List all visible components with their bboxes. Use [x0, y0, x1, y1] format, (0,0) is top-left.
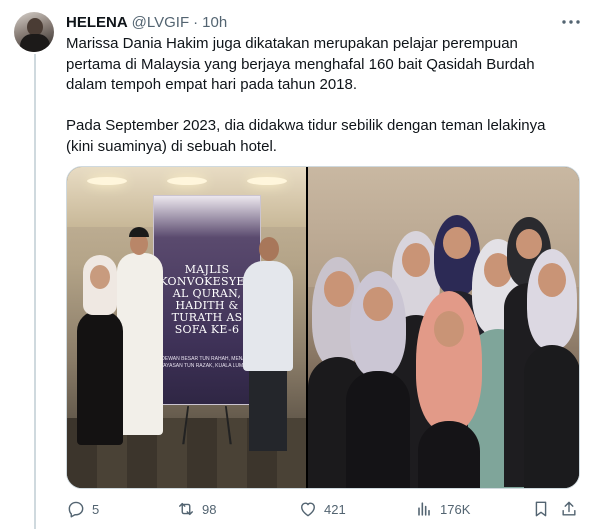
tweet-paragraph: Pada September 2023, dia didakwa tidur s… [66, 117, 546, 155]
media-grid: MAJLIS KONVOKESYEN AL QURAN, HADITH & TU… [66, 166, 580, 489]
repost-count: 98 [202, 501, 217, 517]
share-button[interactable] [558, 498, 580, 520]
group-member [524, 249, 579, 488]
tweet-text: Marissa Dania Hakim juga dikatakan merup… [66, 34, 566, 157]
person-man [239, 237, 297, 451]
tweet-paragraph: Marissa Dania Hakim juga dikatakan merup… [66, 35, 535, 93]
more-horizontal-icon [562, 20, 580, 24]
group-member [346, 271, 411, 488]
action-bar: 5 98 421 176K [66, 496, 580, 522]
group-member [412, 291, 486, 488]
repost-button[interactable]: 98 [176, 498, 216, 520]
views-count: 176K [440, 501, 471, 517]
reply-icon [68, 501, 84, 518]
views-chart-icon [418, 502, 430, 516]
repost-icon [179, 502, 193, 516]
photo-convocation[interactable]: MAJLIS KONVOKESYEN AL QURAN, HADITH & TU… [67, 167, 307, 488]
author-handle[interactable]: @LVGIF [132, 14, 189, 31]
author-name[interactable]: HELENA [66, 14, 128, 31]
timestamp[interactable]: 10h [202, 14, 227, 31]
thread-line [34, 54, 36, 529]
share-icon [562, 501, 576, 516]
bookmark-button[interactable] [530, 498, 552, 520]
views-button[interactable]: 176K [414, 498, 470, 520]
photo-group[interactable] [308, 167, 579, 488]
heart-icon [301, 502, 315, 517]
like-button[interactable]: 421 [298, 498, 346, 520]
more-options-button[interactable] [560, 13, 582, 31]
avatar[interactable] [14, 12, 54, 52]
separator-dot: · [193, 13, 199, 31]
like-count: 421 [324, 501, 346, 517]
bookmark-icon [535, 501, 547, 517]
person-hijab [73, 255, 127, 445]
tweet-header: HELENA @LVGIF · 10h [66, 12, 227, 32]
reply-button[interactable]: 5 [66, 498, 99, 520]
reply-count: 5 [92, 501, 100, 517]
